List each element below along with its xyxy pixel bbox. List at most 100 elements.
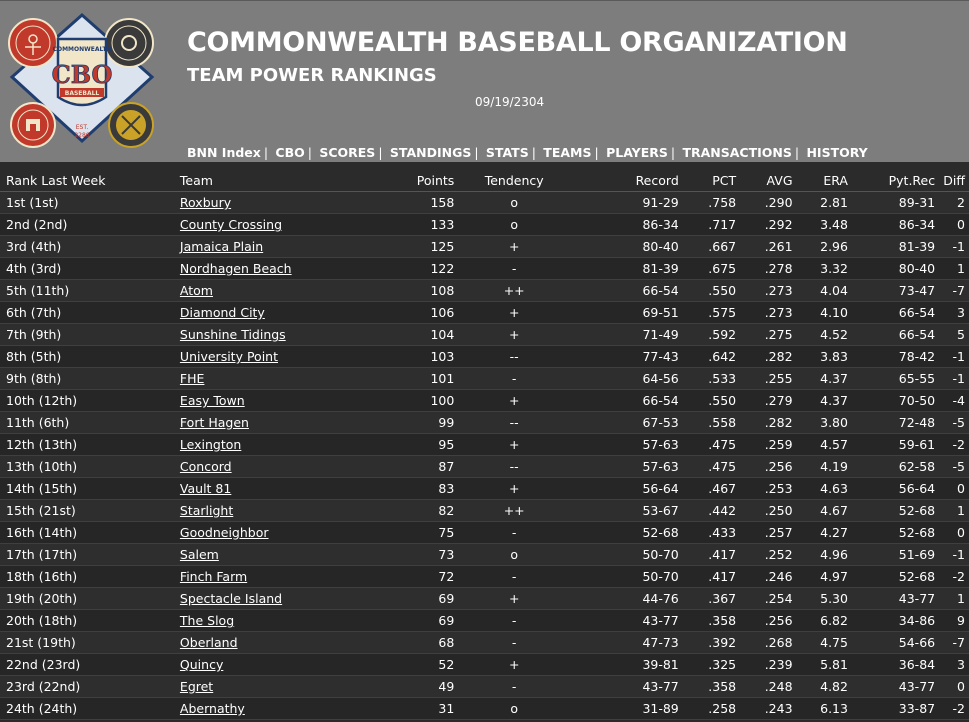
- points-cell: 106: [363, 301, 455, 324]
- team-link[interactable]: Easy Town: [180, 393, 245, 408]
- team-cell: Vault 81: [179, 477, 364, 500]
- tendency-cell: --: [454, 345, 575, 368]
- diff-cell: 0: [935, 675, 969, 698]
- diff-cell: -1: [935, 235, 969, 258]
- team-link[interactable]: Egret: [180, 679, 213, 694]
- page-subtitle: TEAM POWER RANKINGS: [187, 65, 437, 86]
- era-cell: 4.97: [792, 565, 848, 588]
- col-header-team[interactable]: Team: [179, 170, 364, 192]
- team-link[interactable]: Concord: [180, 459, 232, 474]
- nav-transactions[interactable]: TRANSACTIONS: [682, 145, 791, 160]
- avg-cell: .243: [736, 697, 793, 720]
- rank-cell: 6th (7th): [0, 301, 180, 324]
- team-link[interactable]: Oberland: [180, 635, 238, 650]
- col-header-pct[interactable]: PCT: [678, 170, 737, 192]
- record-cell: 67-53: [574, 411, 679, 434]
- team-link[interactable]: Jamaica Plain: [180, 239, 263, 254]
- logo-ribbon-text: BASEBALL: [65, 90, 100, 97]
- team-link[interactable]: Vault 81: [180, 481, 231, 496]
- record-cell: 71-49: [574, 323, 679, 346]
- nav-stats[interactable]: STATS: [486, 145, 529, 160]
- avg-cell: .253: [736, 477, 793, 500]
- pct-cell: .475: [678, 433, 737, 456]
- record-cell: 50-70: [574, 565, 679, 588]
- pyt-rec-cell: 80-40: [847, 257, 936, 280]
- col-header-avg[interactable]: AVG: [736, 170, 793, 192]
- team-link[interactable]: Starlight: [180, 503, 233, 518]
- team-link[interactable]: Diamond City: [180, 305, 265, 320]
- col-header-pyt-rec[interactable]: Pyt.Rec: [847, 170, 936, 192]
- team-link[interactable]: Lexington: [180, 437, 241, 452]
- team-link[interactable]: County Crossing: [180, 217, 282, 232]
- era-cell: 6.13: [792, 697, 848, 720]
- nav-standings[interactable]: STANDINGS: [390, 145, 471, 160]
- team-link[interactable]: Finch Farm: [180, 569, 247, 584]
- team-link[interactable]: Sunshine Tidings: [180, 327, 286, 342]
- team-link[interactable]: Roxbury: [180, 195, 231, 210]
- tendency-cell: ++: [454, 279, 575, 302]
- era-cell: 3.80: [792, 411, 848, 434]
- pyt-rec-cell: 72-48: [847, 411, 936, 434]
- era-cell: 2.81: [792, 191, 848, 214]
- nav-bnn-index[interactable]: BNN Index: [187, 145, 261, 160]
- team-cell: Abernathy: [179, 697, 364, 720]
- pyt-rec-cell: 73-47: [847, 279, 936, 302]
- avg-cell: .256: [736, 455, 793, 478]
- team-cell: Diamond City: [179, 301, 364, 324]
- team-link[interactable]: Atom: [180, 283, 213, 298]
- points-cell: 133: [363, 213, 455, 236]
- team-link[interactable]: Abernathy: [180, 701, 245, 716]
- col-header-era[interactable]: ERA: [792, 170, 848, 192]
- pct-cell: .550: [678, 389, 737, 412]
- team-link[interactable]: Quincy: [180, 657, 223, 672]
- points-cell: 158: [363, 191, 455, 214]
- col-header-rank[interactable]: Rank Last Week: [0, 170, 180, 192]
- pyt-rec-cell: 52-68: [847, 499, 936, 522]
- pct-cell: .325: [678, 653, 737, 676]
- nav-players[interactable]: PLAYERS: [606, 145, 668, 160]
- team-link[interactable]: Spectacle Island: [180, 591, 282, 606]
- diff-cell: 0: [935, 521, 969, 544]
- pct-cell: .642: [678, 345, 737, 368]
- tendency-cell: +: [454, 477, 575, 500]
- rank-cell: 20th (18th): [0, 609, 180, 632]
- rank-cell: 9th (8th): [0, 367, 180, 390]
- col-header-diff[interactable]: Diff: [935, 170, 969, 192]
- table-body: 1st (1st) Roxbury 158 o 91-29.758.290 2.81 89-…: [0, 191, 969, 720]
- nav-cbo[interactable]: CBO: [275, 145, 304, 160]
- team-link[interactable]: University Point: [180, 349, 278, 364]
- record-cell: 69-51: [574, 301, 679, 324]
- team-cell: FHE: [179, 367, 364, 390]
- team-link[interactable]: Goodneighbor: [180, 525, 269, 540]
- points-cell: 73: [363, 543, 455, 566]
- team-link[interactable]: Salem: [180, 547, 219, 562]
- logo-top-text: COMMONWEALTH: [53, 46, 112, 53]
- diff-cell: 0: [935, 213, 969, 236]
- team-cell: Salem: [179, 543, 364, 566]
- points-cell: 104: [363, 323, 455, 346]
- nav-history[interactable]: HISTORY: [806, 145, 867, 160]
- tendency-cell: +: [454, 433, 575, 456]
- team-link[interactable]: The Slog: [180, 613, 234, 628]
- col-header-tendency[interactable]: Tendency: [454, 170, 575, 192]
- rank-cell: 13th (10th): [0, 455, 180, 478]
- team-cell: Roxbury: [179, 191, 364, 214]
- pyt-rec-cell: 59-61: [847, 433, 936, 456]
- diff-cell: 9: [935, 609, 969, 632]
- tendency-cell: +: [454, 389, 575, 412]
- rank-cell: 10th (12th): [0, 389, 180, 412]
- nav-scores[interactable]: SCORES: [319, 145, 375, 160]
- team-link[interactable]: Fort Hagen: [180, 415, 249, 430]
- pyt-rec-cell: 65-55: [847, 367, 936, 390]
- team-link[interactable]: Nordhagen Beach: [180, 261, 292, 276]
- nav-teams[interactable]: TEAMS: [543, 145, 591, 160]
- era-cell: 4.27: [792, 521, 848, 544]
- record-cell: 77-43: [574, 345, 679, 368]
- col-header-record[interactable]: Record: [574, 170, 679, 192]
- avg-cell: .259: [736, 433, 793, 456]
- team-cell: Egret: [179, 675, 364, 698]
- tendency-cell: --: [454, 411, 575, 434]
- col-header-points[interactable]: Points: [363, 170, 455, 192]
- team-link[interactable]: FHE: [180, 371, 205, 386]
- record-cell: 39-81: [574, 653, 679, 676]
